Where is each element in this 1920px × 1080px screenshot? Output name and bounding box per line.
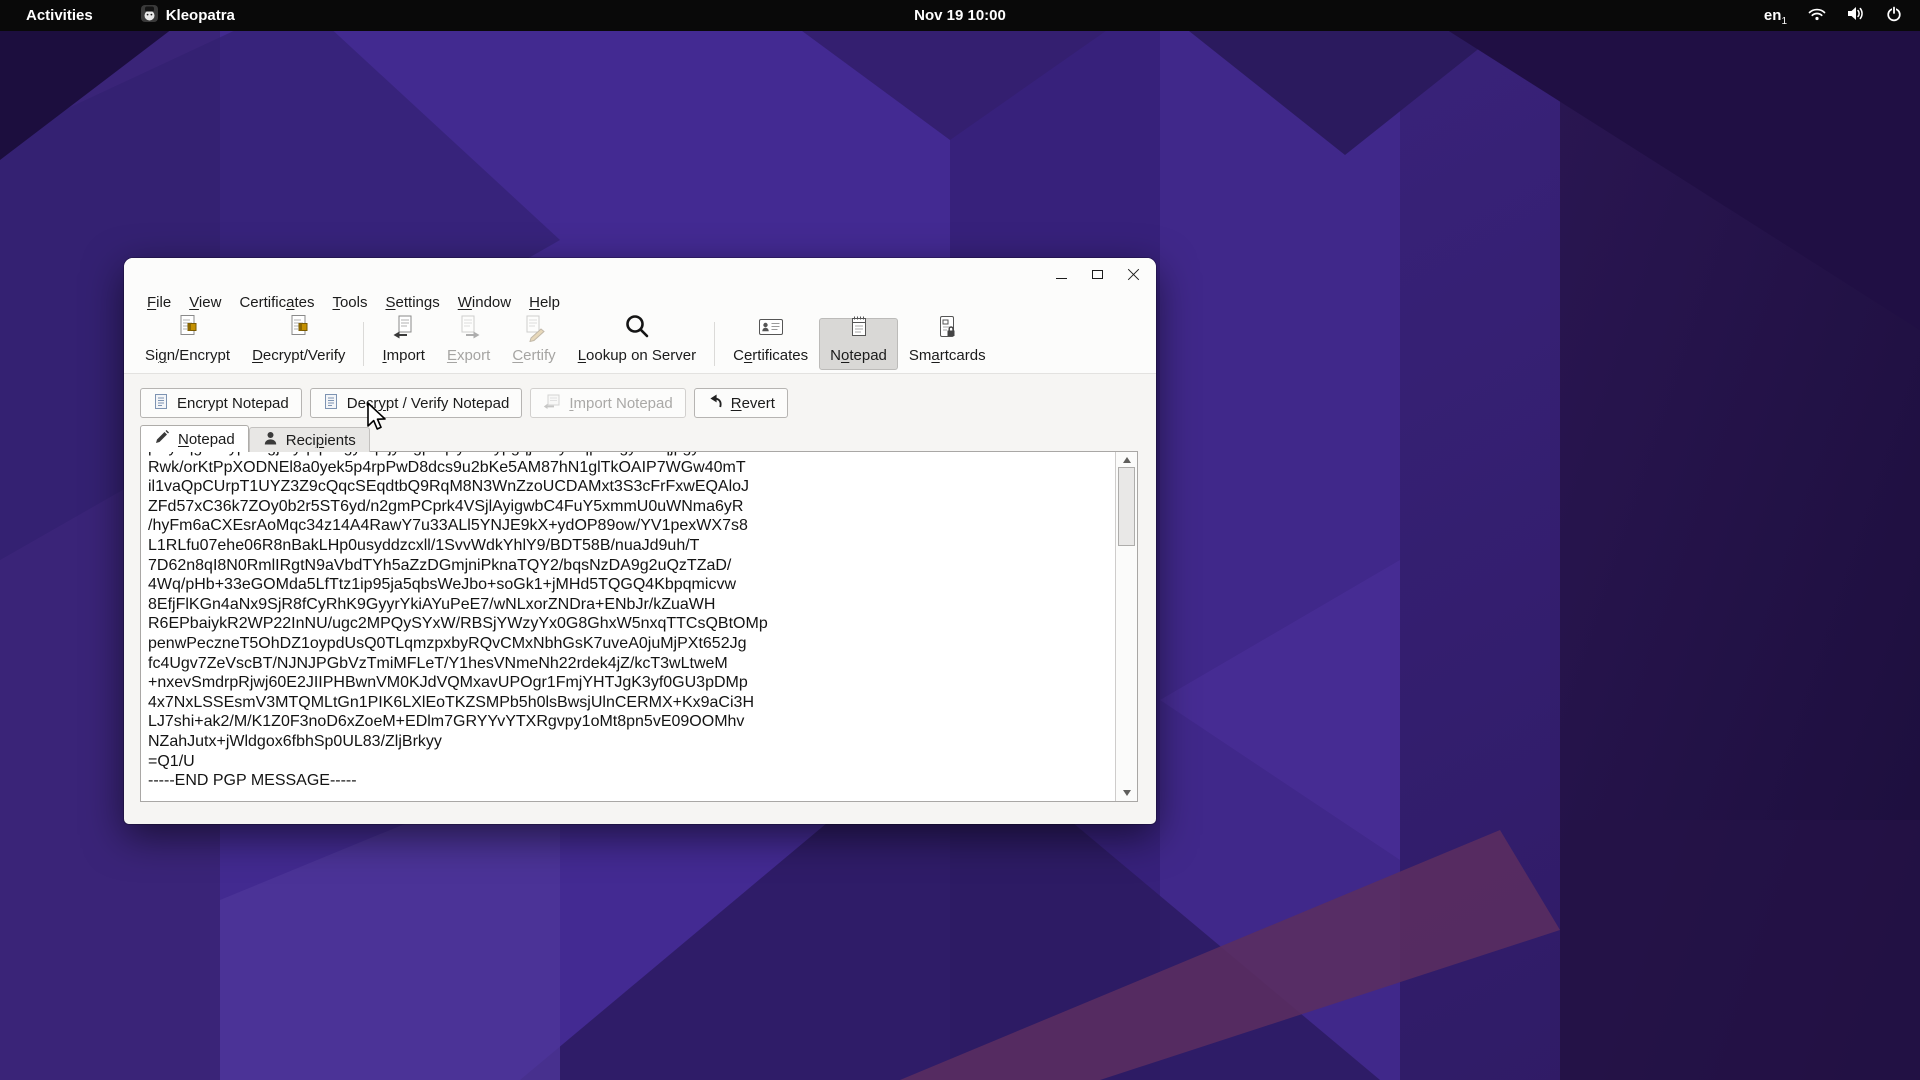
notepad-line: =Q1/U [148,752,1107,772]
import-small-icon [543,394,561,413]
toolbar-label: Export [447,347,490,364]
scroll-up-icon[interactable] [1116,453,1137,467]
person-icon [263,431,278,450]
notepad-line: L1RLfu07ehe06R8nBakLHp0usyddzcxll/1SvvWd… [148,536,1107,556]
kleopatra-window: FileViewCertificatesToolsSettingsWindowH… [124,258,1156,824]
minimize-button[interactable] [1055,268,1068,281]
toolbar-label: Smartcards [909,347,986,364]
wifi-icon [1808,7,1826,25]
notepad-line: il1vaQpCUrpT1UYZ3Z9cQqcSEqdtbQ9RqM8N3WnZ… [148,477,1107,497]
clock[interactable]: Nov 19 10:00 [914,7,1006,24]
menu-help[interactable]: Help [520,292,569,313]
document-certify-icon [519,312,549,346]
id-card-icon [756,312,786,346]
toolbar-label: Decrypt/Verify [252,347,345,364]
menu-file[interactable]: File [138,292,180,313]
notepad-line: 8EfjFlKGn4aNx9SjR8fCyRhK9GyyrYkiAYuPeE7/… [148,595,1107,615]
toolbar-label: Notepad [830,347,887,364]
tab-label: Notepad [178,431,235,448]
keyboard-layout-indicator[interactable]: en1 [1764,7,1787,24]
toolbar-sign-encrypt-button[interactable]: Sign/Encrypt [134,318,241,370]
notepad-line: LJ7shi+ak2/M/K1Z0F3noD6xZoeM+EDlm7GRYYvY… [148,712,1107,732]
toolbar-certify-button: Certify [501,318,566,370]
button-label: Encrypt Notepad [177,395,289,412]
menu-view[interactable]: View [180,292,230,313]
notepad-line: Rwk/orKtPpXODNEl8a0yek5p4rpPwD8dcs9u2bKe… [148,458,1107,478]
tab-recipients[interactable]: Recipients [249,427,370,452]
notepad-line: 4Wq/pHb+33eGOMda5LfTtz1ip95ja5qbsWeJbo+s… [148,575,1107,595]
tab-bar: Notepad Recipients [124,418,1156,452]
pencil-icon [154,429,170,449]
system-status-area[interactable]: en1 [1764,6,1920,26]
maximize-button[interactable] [1091,268,1104,281]
close-button[interactable] [1127,268,1140,281]
vertical-scrollbar[interactable] [1115,452,1137,801]
decrypt-verify-notepad-button[interactable]: Decrypt / Verify Notepad [310,388,523,418]
notepad-action-bar: Encrypt Notepad Decrypt / Verify Notepad I… [124,374,1156,418]
revert-button[interactable]: Revert [694,388,788,418]
document-seal-icon [284,312,314,346]
titlebar[interactable] [124,258,1156,290]
notepad-icon [844,312,874,346]
mouse-cursor [366,402,388,437]
kleopatra-app-icon [141,5,158,26]
notepad-line: +nxevSmdrpRjwj60E2JIIPHBwnVM0KJdVQMxavUP… [148,673,1107,693]
tab-label: Recipients [286,432,356,449]
document-icon [323,393,339,414]
toolbar-smartcards-button[interactable]: Smartcards [898,318,997,370]
button-label: Import Notepad [569,395,672,412]
notepad-line: ZFd57xC36k7ZOy0b2r5ST6yd/n2gmPCprk4VSjlA… [148,497,1107,517]
app-menu-label: Kleopatra [166,7,235,24]
power-icon [1886,6,1902,26]
toolbar-decrypt-verify-button[interactable]: Decrypt/Verify [241,318,356,370]
document-seal-icon [173,312,203,346]
toolbar: Sign/Encrypt Decrypt/Verify Import Export Ce… [124,315,1156,374]
toolbar-label: Sign/Encrypt [145,347,230,364]
smartcard-icon [932,312,962,346]
document-import-icon [389,312,419,346]
undo-arrow-icon [707,394,723,413]
toolbar-label: Import [382,347,425,364]
toolbar-notepad-button[interactable]: Notepad [819,318,898,370]
menu-window[interactable]: Window [449,292,520,313]
menu-certificates[interactable]: Certificates [230,292,323,313]
notepad-line: /hyFm6aCXEsrAoMqc34z14A4RawY7u33ALl5YNJE… [148,516,1107,536]
toolbar-label: Lookup on Server [578,347,696,364]
toolbar-certificates-button[interactable]: Certificates [722,318,819,370]
toolbar-lookup-on-server-button[interactable]: Lookup on Server [567,318,707,370]
document-icon [153,393,169,414]
pgp-message-text: pwyJqg4Tzyp9GgjMyq7pzJgy0qTjyMgp5qzyGJ2y… [148,451,1107,791]
search-icon [622,312,652,346]
notepad-line: penwPeczneT5OhDZ1oypdUsQ0TLqmzpxbyRQvCMx… [148,634,1107,654]
import-notepad-button: Import Notepad [530,388,685,418]
toolbar-separator [714,322,715,366]
scroll-down-icon[interactable] [1116,786,1137,800]
activities-button[interactable]: Activities [16,5,103,26]
top-bar: Activities Kleopatra Nov 19 10:00 en1 [0,0,1920,31]
document-export-icon [454,312,484,346]
notepad-line: fc4Ugv7ZeVscBT/NJNJPGbVzTmiMFLeT/Y1hesVN… [148,654,1107,674]
notepad-line: NZahJutx+jWldgox6fbhSp0UL83/ZljBrkyy [148,732,1107,752]
toolbar-separator [363,322,364,366]
button-label: Revert [731,395,775,412]
menu-settings[interactable]: Settings [377,292,449,313]
notepad-line: 7D62n8qI8N0RmlIRgtN9aVbdTYh5aZzDGmjniPkn… [148,556,1107,576]
notepad-text-area[interactable]: pwyJqg4Tzyp9GgjMyq7pzJgy0qTjyMgp5qzyGJ2y… [140,451,1138,802]
toolbar-label: Certificates [733,347,808,364]
app-menu-button[interactable]: Kleopatra [133,3,243,28]
notepad-line: R6EPbaiykR2WP22InNU/ugc2MPQySYxW/RBSjYWz… [148,614,1107,634]
toolbar-import-button[interactable]: Import [371,318,436,370]
volume-icon [1847,6,1865,25]
toolbar-export-button: Export [436,318,501,370]
menu-tools[interactable]: Tools [323,292,376,313]
toolbar-label: Certify [512,347,555,364]
notepad-line: 4x7NxLSSEsmV3MTQMLtGn1PIK6LXlEoTKZSMPb5h… [148,693,1107,713]
encrypt-notepad-button[interactable]: Encrypt Notepad [140,388,302,418]
scrollbar-thumb[interactable] [1118,467,1135,546]
notepad-line: -----END PGP MESSAGE----- [148,771,1107,791]
tab-notepad[interactable]: Notepad [140,425,249,452]
